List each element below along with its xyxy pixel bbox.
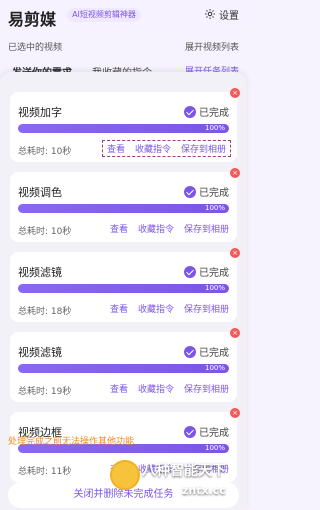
favorite-command-button[interactable]: 收藏指令 (135, 142, 171, 155)
task-status: 已完成 (184, 184, 229, 199)
task-time: 总耗时: 18秒 (18, 307, 72, 317)
settings-button[interactable]: 设置 (204, 5, 239, 23)
task-title: 视频加字 (18, 106, 62, 119)
progress-percent: 100% (204, 284, 225, 292)
close-icon[interactable]: × (230, 88, 240, 98)
selected-video-label: 已选中的视频 (8, 43, 63, 53)
save-to-album-button[interactable]: 保存到相册 (181, 142, 226, 155)
favorite-command-button[interactable]: 收藏指令 (138, 302, 174, 315)
progress-fill (18, 204, 229, 213)
progress-percent: 100% (204, 124, 225, 132)
check-icon (184, 345, 196, 358)
check-icon (184, 425, 196, 438)
gear-icon (205, 9, 215, 19)
task-title: 视频滤镜 (18, 266, 62, 279)
progress-percent: 100% (204, 364, 225, 372)
task-time: 总耗时: 10秒 (18, 227, 72, 237)
task-time: 总耗时: 10秒 (18, 147, 72, 157)
view-button[interactable]: 查看 (107, 142, 125, 155)
view-button[interactable]: 查看 (110, 382, 128, 395)
task-actions: 查看 收藏指令 保存到相册 (110, 302, 229, 315)
favorite-command-button[interactable]: 收藏指令 (138, 382, 174, 395)
settings-label: 设置 (219, 10, 239, 22)
app-logo: 易剪媒 (8, 10, 57, 29)
progress-fill (18, 364, 229, 373)
task-actions: 查看 收藏指令 保存到相册 (101, 140, 231, 157)
progress-bar: 100% (18, 124, 229, 133)
status-label: 已完成 (199, 348, 229, 359)
status-label: 已完成 (199, 108, 229, 119)
selected-video-row: 已选中的视频 展开视频列表 (0, 36, 247, 56)
task-title: 视频调色 (18, 186, 62, 199)
app-badge: AI短视频剪辑神器 (67, 8, 141, 22)
task-status: 已完成 (184, 424, 229, 439)
status-label: 已完成 (199, 428, 229, 439)
view-button[interactable]: 查看 (110, 302, 128, 315)
expand-video-list-button[interactable]: 展开视频列表 (185, 40, 239, 53)
watermark-domain: zntx.cc (182, 484, 226, 497)
save-to-album-button[interactable]: 保存到相册 (184, 222, 229, 235)
close-icon[interactable]: × (230, 248, 240, 258)
check-icon (184, 185, 196, 198)
status-label: 已完成 (199, 268, 229, 279)
progress-fill (18, 124, 229, 133)
task-status: 已完成 (184, 264, 229, 279)
watermark-text: 八种智能天下 (142, 463, 226, 479)
check-icon (184, 105, 196, 118)
task-title: 视频滤镜 (18, 346, 62, 359)
watermark: 八种智能天下 zntx.cc (110, 454, 247, 510)
task-card: × 视频加字 已完成 100% 总耗时: 10秒 查看 收藏指令 保存到相册 (10, 88, 240, 162)
processing-notice: 处理完成之前无法操作其他功能 (8, 437, 135, 447)
task-actions: 查看 收藏指令 保存到相册 (110, 222, 229, 235)
check-icon (184, 265, 196, 278)
close-icon[interactable]: × (230, 168, 240, 178)
progress-bar: 100% (18, 204, 229, 213)
task-card: × 视频滤镜 已完成 100% 总耗时: 19秒 查看 收藏指令 保存到相册 (10, 328, 240, 402)
task-status: 已完成 (184, 104, 229, 119)
progress-bar: 100% (18, 284, 229, 293)
top-header: 易剪媒 AI短视频剪辑神器 设置 (0, 0, 247, 30)
progress-bar: 100% (18, 364, 229, 373)
close-icon[interactable]: × (230, 408, 240, 418)
progress-percent: 100% (204, 444, 225, 452)
task-actions: 查看 收藏指令 保存到相册 (110, 382, 229, 395)
task-status: 已完成 (184, 344, 229, 359)
watermark-logo-icon (110, 460, 140, 490)
task-card: × 视频调色 已完成 100% 总耗时: 10秒 查看 收藏指令 保存到相册 (10, 168, 240, 242)
task-time: 总耗时: 19秒 (18, 387, 72, 397)
task-time: 总耗时: 11秒 (18, 467, 72, 477)
task-card: × 视频滤镜 已完成 100% 总耗时: 18秒 查看 收藏指令 保存到相册 (10, 248, 240, 322)
close-icon[interactable]: × (230, 328, 240, 338)
save-to-album-button[interactable]: 保存到相册 (184, 302, 229, 315)
view-button[interactable]: 查看 (110, 222, 128, 235)
progress-percent: 100% (204, 204, 225, 212)
status-label: 已完成 (199, 188, 229, 199)
progress-fill (18, 284, 229, 293)
favorite-command-button[interactable]: 收藏指令 (138, 222, 174, 235)
save-to-album-button[interactable]: 保存到相册 (184, 382, 229, 395)
